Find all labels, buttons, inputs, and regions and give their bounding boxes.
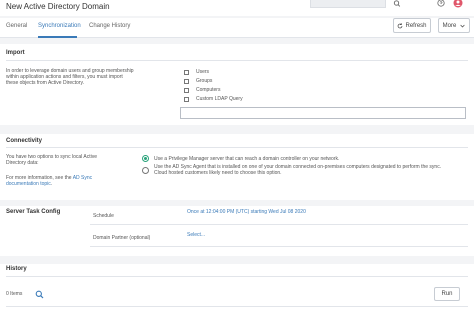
schedule-label: Schedule bbox=[93, 213, 114, 219]
help-icon[interactable] bbox=[436, 0, 446, 8]
divider bbox=[6, 276, 468, 277]
ad-sync-link[interactable]: AD Sync bbox=[73, 175, 92, 181]
radio-label-ad-sync-agent: Use the AD Sync Agent that is installed … bbox=[154, 164, 442, 176]
search-icon[interactable] bbox=[392, 0, 402, 8]
import-description: In order to leverage domain users and gr… bbox=[6, 68, 134, 86]
domain-partner-select[interactable]: Select... bbox=[187, 232, 205, 238]
domain-partner-label: Domain Partner (optional) bbox=[93, 235, 151, 241]
refresh-label: Refresh bbox=[405, 22, 427, 29]
divider bbox=[6, 60, 468, 61]
connectivity-more-info: For more information, see the AD Sync do… bbox=[6, 175, 93, 187]
connectivity-title: Connectivity bbox=[6, 138, 43, 144]
history-section: History 0 Items bbox=[0, 264, 474, 321]
divider bbox=[90, 224, 468, 225]
connectivity-description: You have two options to sync local Activ… bbox=[6, 154, 97, 166]
checkbox[interactable] bbox=[184, 87, 189, 93]
documentation-topic-link[interactable]: documentation topic bbox=[6, 181, 51, 187]
more-button[interactable]: More bbox=[438, 18, 470, 33]
tab-general[interactable]: General bbox=[6, 23, 27, 29]
top-bar: New Active Directory Domain bbox=[0, 0, 474, 16]
divider bbox=[90, 246, 468, 247]
checkbox[interactable] bbox=[184, 96, 189, 102]
checkbox-computers[interactable]: Computers bbox=[184, 87, 220, 93]
chevron-down-icon bbox=[460, 24, 465, 28]
checkbox-label: Users bbox=[196, 69, 210, 75]
refresh-button[interactable]: Refresh bbox=[393, 18, 431, 33]
radio-ad-sync-agent[interactable] bbox=[142, 167, 149, 174]
page-title: New Active Directory Domain bbox=[6, 2, 110, 11]
checkbox-custom-ldap-query[interactable]: Custom LDAP Query bbox=[184, 96, 243, 102]
checkbox-users[interactable]: Users bbox=[184, 69, 209, 75]
schedule-link[interactable]: Once at 12:04:00 PM (UTC) starting Wed J… bbox=[187, 209, 306, 215]
server-task-config-section: Server Task Config Schedule Once at 12:0… bbox=[0, 206, 474, 256]
tab-change-history[interactable]: Change History bbox=[89, 23, 130, 29]
checkbox[interactable] bbox=[184, 69, 189, 75]
more-label: More bbox=[442, 22, 457, 29]
checkbox-label: Groups bbox=[196, 78, 213, 84]
user-avatar-icon[interactable] bbox=[452, 0, 464, 9]
checkbox[interactable] bbox=[184, 78, 189, 84]
radio-privilege-manager-server[interactable] bbox=[142, 155, 149, 162]
ldap-query-input[interactable] bbox=[180, 107, 466, 119]
tab-synchronization[interactable]: Synchronization bbox=[38, 23, 81, 29]
checkbox-label: Custom LDAP Query bbox=[196, 96, 243, 102]
server-task-title: Server Task Config bbox=[6, 209, 61, 215]
divider bbox=[6, 147, 468, 148]
checkbox-groups[interactable]: Groups bbox=[184, 78, 212, 84]
active-tab-indicator bbox=[38, 36, 77, 38]
run-button[interactable]: Run bbox=[434, 287, 460, 301]
history-title: History bbox=[6, 266, 27, 272]
radio-label-privilege-manager-server: Use a Privilege Manager server that can … bbox=[154, 156, 340, 162]
refresh-icon bbox=[398, 22, 403, 28]
global-search-input[interactable] bbox=[310, 0, 386, 8]
import-title: Import bbox=[6, 50, 25, 56]
checkbox-label: Computers bbox=[196, 87, 221, 93]
history-item-count: 0 Items bbox=[6, 291, 23, 297]
divider bbox=[6, 306, 468, 307]
search-icon[interactable] bbox=[35, 290, 44, 299]
